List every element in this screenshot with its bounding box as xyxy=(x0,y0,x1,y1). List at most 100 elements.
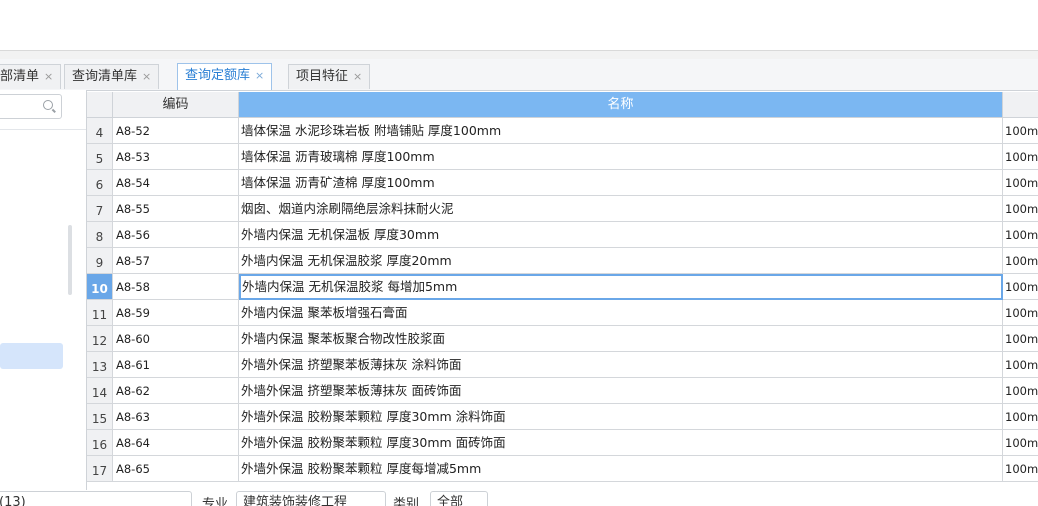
tab-bill-items[interactable]: 部清单 × xyxy=(0,64,62,89)
table-row[interactable]: 8A8-56外墙内保温 无机保温板 厚度30mm100m² xyxy=(87,222,1038,248)
row-number-cell[interactable]: 11 xyxy=(87,300,113,326)
unit-cell[interactable]: 100m² xyxy=(1003,144,1038,170)
tab-label: 查询定额库 xyxy=(185,68,251,83)
code-cell[interactable]: A8-58 xyxy=(113,274,239,300)
row-number-cell[interactable]: 14 xyxy=(87,378,113,404)
left-divider xyxy=(0,129,86,130)
unit-cell[interactable]: 100m² xyxy=(1003,274,1038,300)
code-cell[interactable]: A8-65 xyxy=(113,456,239,482)
name-cell[interactable]: 外墙内保温 聚苯板增强石膏面 xyxy=(239,300,1003,326)
name-cell[interactable]: 外墙内保温 聚苯板聚合物改性胶浆面 xyxy=(239,326,1003,352)
name-cell[interactable]: 墙体保温 沥青玻璃棉 厚度100mm xyxy=(239,144,1003,170)
code-cell[interactable]: A8-55 xyxy=(113,196,239,222)
unit-cell[interactable]: 100m² xyxy=(1003,222,1038,248)
header-unit[interactable] xyxy=(1003,92,1038,117)
row-number-cell[interactable]: 7 xyxy=(87,196,113,222)
code-cell[interactable]: A8-54 xyxy=(113,170,239,196)
code-cell[interactable]: A8-59 xyxy=(113,300,239,326)
close-icon[interactable]: × xyxy=(142,70,151,83)
close-icon[interactable]: × xyxy=(255,69,264,82)
grid-header: 编码 名称 xyxy=(87,92,1038,118)
tab-label: 部清单 xyxy=(0,69,40,84)
name-cell[interactable]: 外墙外保温 挤塑聚苯板薄抹灰 涂料饰面 xyxy=(239,352,1003,378)
row-number-cell[interactable]: 4 xyxy=(87,118,113,144)
unit-cell[interactable]: 100m² xyxy=(1003,326,1038,352)
name-cell[interactable]: 烟囱、烟道内涂刷隔绝层涂料抹耐火泥 xyxy=(239,196,1003,222)
code-cell[interactable]: A8-62 xyxy=(113,378,239,404)
unit-cell[interactable]: 100m² xyxy=(1003,170,1038,196)
table-row[interactable]: 15A8-63外墙外保温 胶粉聚苯颗粒 厚度30mm 涂料饰面100m² xyxy=(87,404,1038,430)
code-cell[interactable]: A8-56 xyxy=(113,222,239,248)
table-row[interactable]: 7A8-55烟囱、烟道内涂刷隔绝层涂料抹耐火泥100m² xyxy=(87,196,1038,222)
category-label: 类别 xyxy=(393,497,420,506)
name-cell[interactable]: 外墙内保温 无机保温胶浆 每增加5mm xyxy=(239,274,1003,300)
row-number-cell[interactable]: 15 xyxy=(87,404,113,430)
unit-cell[interactable]: 100m² xyxy=(1003,456,1038,482)
unit-cell[interactable]: 100m² xyxy=(1003,248,1038,274)
left-tree-panel xyxy=(0,90,87,490)
code-cell[interactable]: A8-52 xyxy=(113,118,239,144)
unit-cell[interactable]: 100m² xyxy=(1003,118,1038,144)
table-row[interactable]: 4A8-52墙体保温 水泥珍珠岩板 附墙铺贴 厚度100mm100m² xyxy=(87,118,1038,144)
code-cell[interactable]: A8-57 xyxy=(113,248,239,274)
row-number-cell[interactable]: 9 xyxy=(87,248,113,274)
name-cell[interactable]: 墙体保温 水泥珍珠岩板 附墙铺贴 厚度100mm xyxy=(239,118,1003,144)
tab-bar: 部清单 × 查询清单库 × 查询定额库 × 项目特征 × xyxy=(0,59,1038,91)
category-select[interactable]: 全部 xyxy=(430,491,488,506)
row-number-cell[interactable]: 13 xyxy=(87,352,113,378)
table-row[interactable]: 11A8-59外墙内保温 聚苯板增强石膏面100m² xyxy=(87,300,1038,326)
name-cell[interactable]: 外墙内保温 无机保温板 厚度30mm xyxy=(239,222,1003,248)
header-row-number xyxy=(87,92,113,117)
filter-bar: (13) 专业 建筑装饰装修工程 类别 全部 xyxy=(0,490,1038,506)
row-number-cell[interactable]: 17 xyxy=(87,456,113,482)
left-scrollbar[interactable] xyxy=(68,225,72,295)
table-row[interactable]: 5A8-53墙体保温 沥青玻璃棉 厚度100mm100m² xyxy=(87,144,1038,170)
major-label: 专业 xyxy=(202,497,229,506)
row-number-cell[interactable]: 8 xyxy=(87,222,113,248)
code-cell[interactable]: A8-53 xyxy=(113,144,239,170)
unit-cell[interactable]: 100m² xyxy=(1003,378,1038,404)
code-cell[interactable]: A8-63 xyxy=(113,404,239,430)
tree-selected-node[interactable] xyxy=(0,343,63,369)
tab-query-bill-library[interactable]: 查询清单库 × xyxy=(64,64,160,89)
name-cell[interactable]: 外墙外保温 胶粉聚苯颗粒 厚度每增减5mm xyxy=(239,456,1003,482)
name-cell[interactable]: 外墙外保温 胶粉聚苯颗粒 厚度30mm 面砖饰面 xyxy=(239,430,1003,456)
header-name[interactable]: 名称 xyxy=(239,92,1003,117)
unit-cell[interactable]: 100m² xyxy=(1003,352,1038,378)
name-cell[interactable]: 墙体保温 沥青矿渣棉 厚度100mm xyxy=(239,170,1003,196)
unit-cell[interactable]: 100m² xyxy=(1003,430,1038,456)
unit-cell[interactable]: 100m² xyxy=(1003,196,1038,222)
row-number-cell[interactable]: 12 xyxy=(87,326,113,352)
row-number-cell[interactable]: 6 xyxy=(87,170,113,196)
table-row[interactable]: 10A8-58外墙内保温 无机保温胶浆 每增加5mm100m² xyxy=(87,274,1038,300)
code-cell[interactable]: A8-60 xyxy=(113,326,239,352)
search-icon[interactable] xyxy=(43,100,53,110)
table-row[interactable]: 14A8-62外墙外保温 挤塑聚苯板薄抹灰 面砖饰面100m² xyxy=(87,378,1038,404)
toolbar-strip xyxy=(0,51,1038,59)
count-field[interactable]: (13) xyxy=(0,491,192,506)
name-cell[interactable]: 外墙外保温 胶粉聚苯颗粒 厚度30mm 涂料饰面 xyxy=(239,404,1003,430)
name-cell[interactable]: 外墙外保温 挤塑聚苯板薄抹灰 面砖饰面 xyxy=(239,378,1003,404)
name-cell[interactable]: 外墙内保温 无机保温胶浆 厚度20mm xyxy=(239,248,1003,274)
table-row[interactable]: 17A8-65外墙外保温 胶粉聚苯颗粒 厚度每增减5mm100m² xyxy=(87,456,1038,482)
tab-project-features[interactable]: 项目特征 × xyxy=(288,64,371,89)
tab-query-quota-library[interactable]: 查询定额库 × xyxy=(177,63,273,90)
major-select[interactable]: 建筑装饰装修工程 xyxy=(236,491,386,506)
row-number-cell[interactable]: 5 xyxy=(87,144,113,170)
code-cell[interactable]: A8-64 xyxy=(113,430,239,456)
table-row[interactable]: 12A8-60外墙内保温 聚苯板聚合物改性胶浆面100m² xyxy=(87,326,1038,352)
row-number-cell[interactable]: 16 xyxy=(87,430,113,456)
close-icon[interactable]: × xyxy=(44,70,53,83)
header-code[interactable]: 编码 xyxy=(113,92,239,117)
row-number-cell[interactable]: 10 xyxy=(87,274,113,300)
table-row[interactable]: 6A8-54墙体保温 沥青矿渣棉 厚度100mm100m² xyxy=(87,170,1038,196)
tab-label: 查询清单库 xyxy=(72,69,138,84)
unit-cell[interactable]: 100m² xyxy=(1003,404,1038,430)
code-cell[interactable]: A8-61 xyxy=(113,352,239,378)
table-row[interactable]: 13A8-61外墙外保温 挤塑聚苯板薄抹灰 涂料饰面100m² xyxy=(87,352,1038,378)
unit-cell[interactable]: 100m² xyxy=(1003,300,1038,326)
tree-search-input[interactable] xyxy=(0,94,62,119)
table-row[interactable]: 9A8-57外墙内保温 无机保温胶浆 厚度20mm100m² xyxy=(87,248,1038,274)
close-icon[interactable]: × xyxy=(353,70,362,83)
table-row[interactable]: 16A8-64外墙外保温 胶粉聚苯颗粒 厚度30mm 面砖饰面100m² xyxy=(87,430,1038,456)
